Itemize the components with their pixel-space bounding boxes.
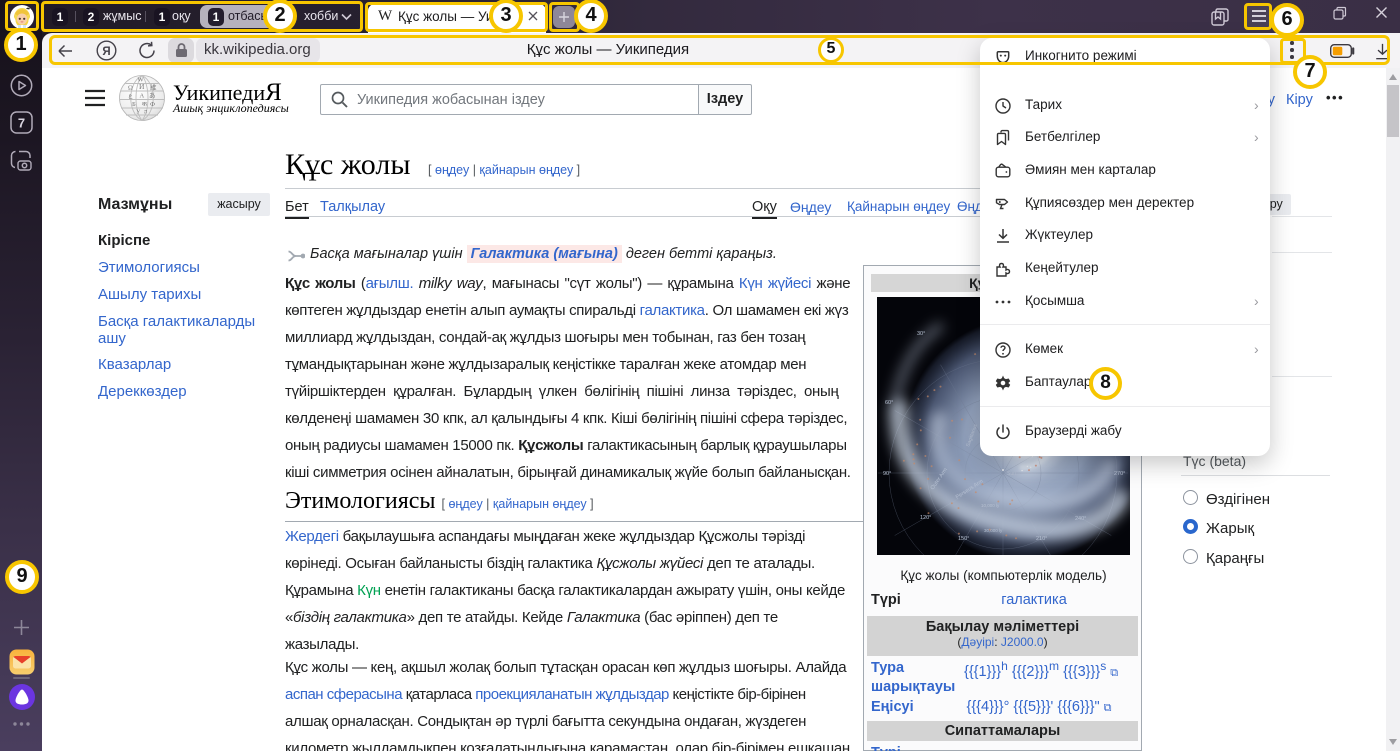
svg-text:10,000 ly: 10,000 ly [981,503,1000,508]
svg-text:A: A [140,93,145,100]
svg-text:60°: 60° [885,400,893,406]
svg-text:Sun: Sun [1007,471,1016,477]
svg-text:維: 維 [150,83,157,92]
svg-text:あ: あ [149,92,156,100]
svg-text:30°: 30° [917,331,925,337]
svg-text:240°: 240° [1075,516,1086,522]
svg-text:30,000 ly: 30,000 ly [984,528,1003,533]
svg-text:210°: 210° [1036,536,1047,542]
svg-text:Б: Б [132,101,136,108]
svg-text:150°: 150° [958,536,969,542]
svg-text:120°: 120° [920,515,931,521]
svg-text:Ω: Ω [128,85,133,92]
svg-text:90°: 90° [883,471,891,477]
svg-text:ה: ה [144,110,148,116]
svg-text:7: 7 [18,116,25,131]
svg-text:Ф: Ф [150,101,155,108]
svg-text:И: И [139,82,145,91]
svg-text:270°: 270° [1114,471,1125,477]
